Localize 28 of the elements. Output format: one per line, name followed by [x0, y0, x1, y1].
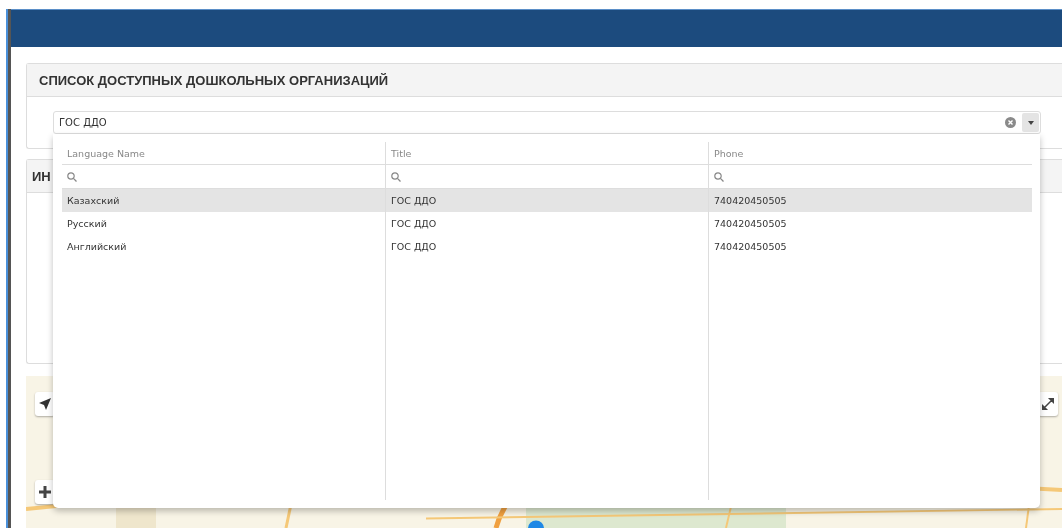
- combo-value: ГОС ДДО: [59, 117, 108, 128]
- table-cell[interactable]: 740420450505: [708, 235, 1032, 258]
- search-icon: [67, 171, 77, 182]
- column-header: Phone: [708, 142, 1032, 165]
- column-header: Language Name: [62, 142, 385, 165]
- fullscreen-button[interactable]: [1038, 392, 1058, 416]
- table-cell[interactable]: Казахский: [62, 189, 385, 212]
- table-cell[interactable]: Русский: [62, 212, 385, 235]
- search-icon: [391, 171, 401, 182]
- panel-title: ИН: [32, 168, 51, 184]
- plus-icon: [39, 486, 51, 498]
- panel-title: СПИСОК ДОСТУПНЫХ ДОШКОЛЬНЫХ ОРГАНИЗАЦИЙ: [39, 72, 389, 88]
- caret-icon: [1027, 120, 1034, 125]
- expand-icon: [1042, 398, 1054, 410]
- table-cell[interactable]: 740420450505: [708, 189, 1032, 212]
- column-header: Title: [385, 142, 708, 165]
- locate-button[interactable]: [35, 392, 55, 416]
- zoom-in-button[interactable]: [35, 480, 55, 504]
- table-cell[interactable]: ГОС ДДО: [385, 235, 708, 258]
- table-cell[interactable]: ГОС ДДО: [385, 212, 708, 235]
- search-icon: [714, 171, 724, 182]
- table-cell[interactable]: Английский: [62, 235, 385, 258]
- table-cell[interactable]: 740420450505: [708, 212, 1032, 235]
- table-cell[interactable]: ГОС ДДО: [385, 189, 708, 212]
- combo-field[interactable]: ГОС ДДО: [53, 111, 1041, 134]
- dropdown-button[interactable]: [1022, 113, 1039, 132]
- clear-icon[interactable]: [1005, 117, 1016, 128]
- arrow-icon: [39, 398, 51, 410]
